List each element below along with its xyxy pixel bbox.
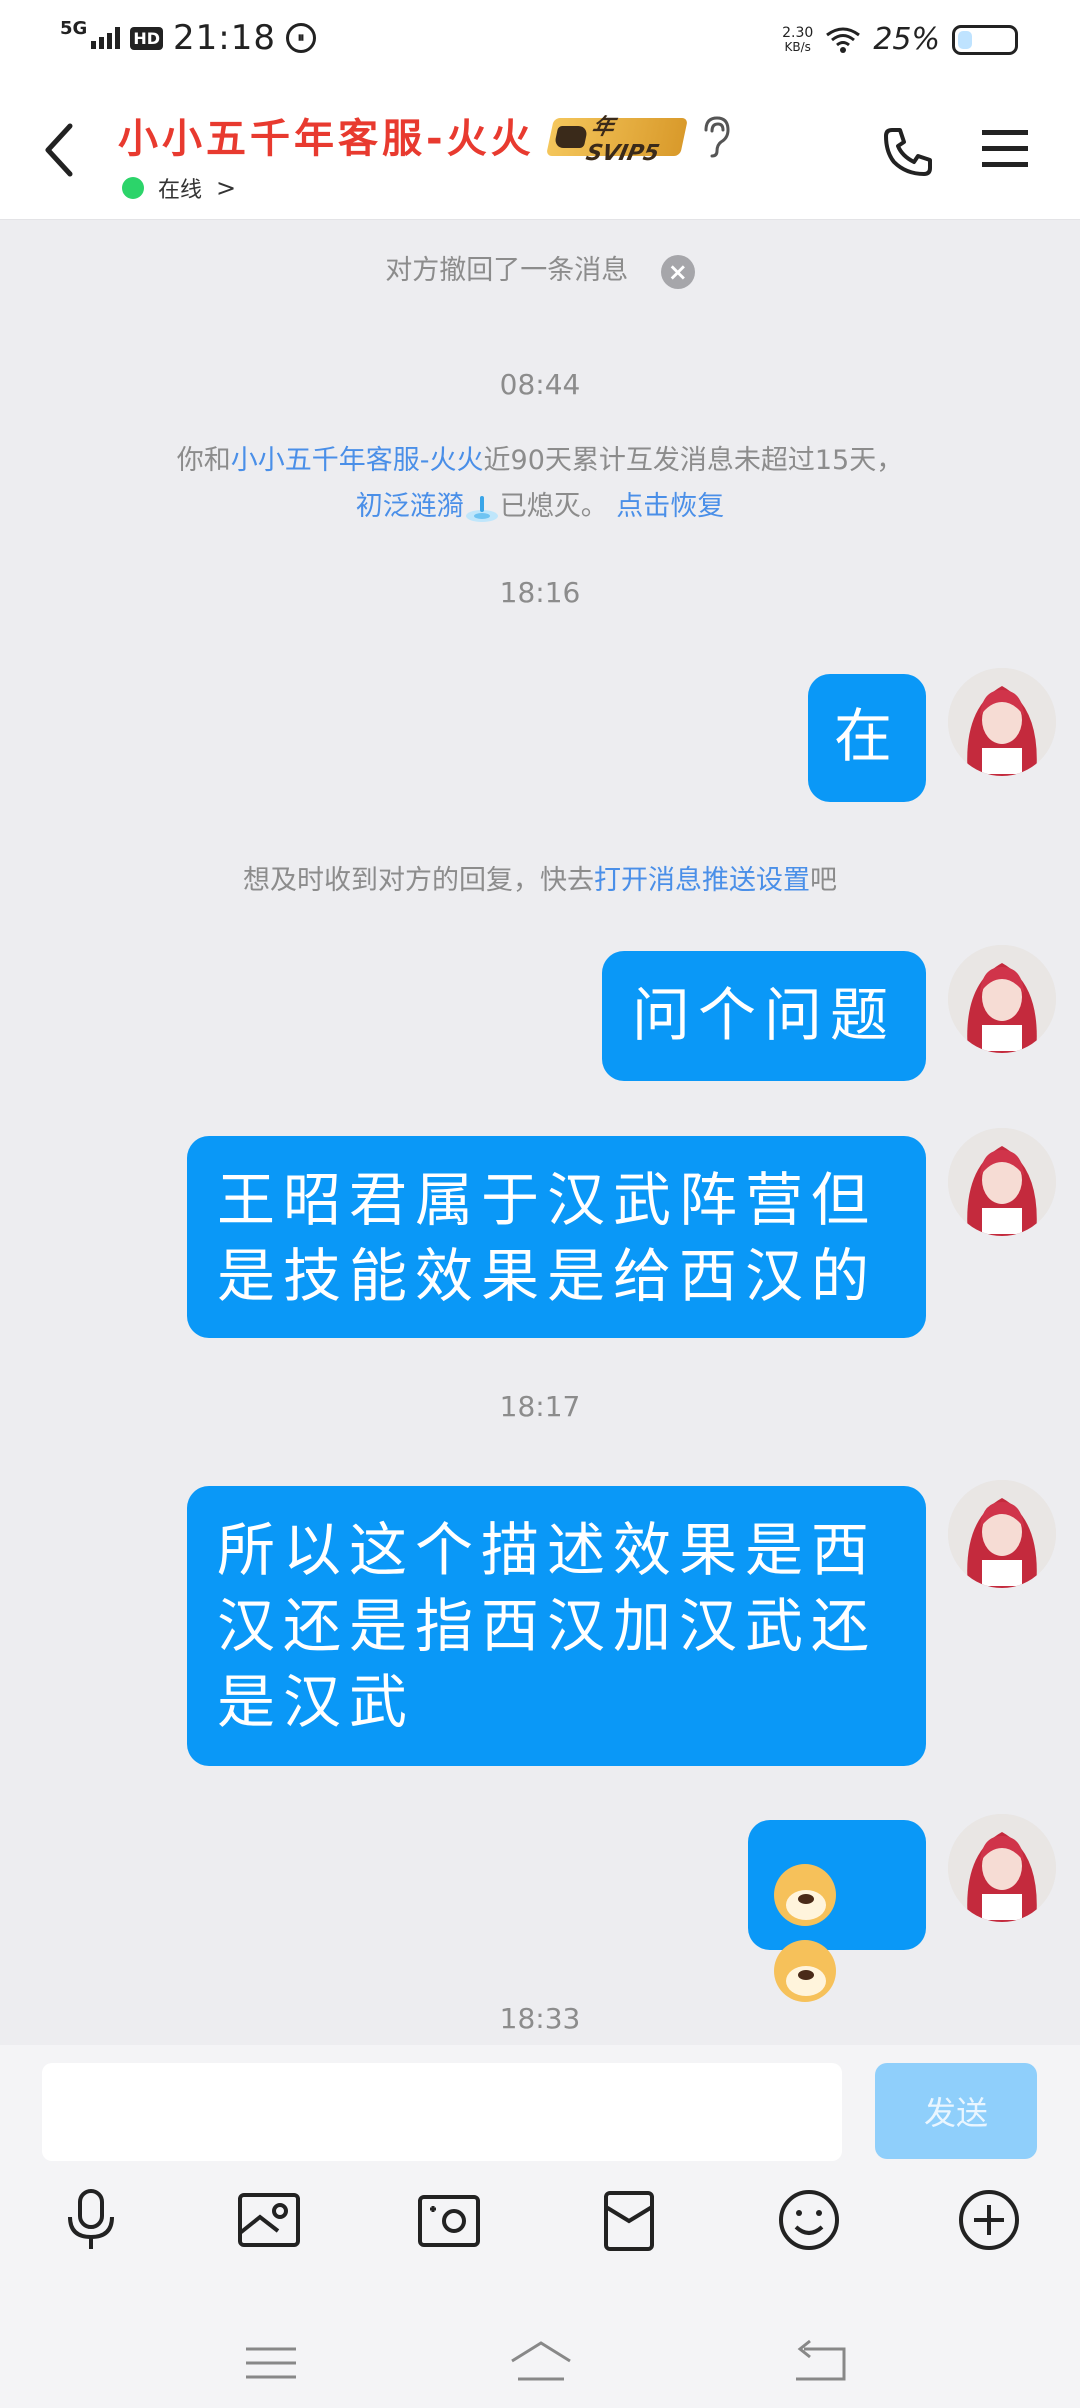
emoji-message-bubble[interactable] — [748, 1820, 926, 2002]
message-bubble[interactable]: 问个问题 — [602, 951, 926, 1081]
streak-contact-link[interactable]: 小小五千年客服-火火 — [231, 445, 484, 476]
push-prefix: 想及时收到对方的回复，快去 — [243, 865, 594, 896]
message-bubble[interactable]: 在 — [808, 674, 926, 802]
camera-icon[interactable] — [414, 2185, 484, 2255]
contact-name[interactable]: 小小五千年客服-火火 — [118, 106, 535, 164]
flame-level-link[interactable]: 初泛涟漪 — [356, 491, 464, 522]
chevron-right-icon: > — [216, 174, 237, 202]
streak-prefix: 你和 — [176, 445, 231, 476]
recall-notice: 对方撤回了一条消息 × — [0, 248, 1080, 289]
image-icon[interactable] — [234, 2185, 304, 2255]
avatar-image — [948, 1128, 1056, 1236]
system-nav-bar — [0, 2325, 1080, 2408]
menu-icon[interactable] — [980, 126, 1030, 172]
close-icon[interactable]: × — [660, 254, 695, 289]
message-input[interactable] — [42, 2063, 842, 2161]
network-type: 5G — [60, 17, 88, 39]
status-bar: 5G HD 21:18 ⏸ 2.30 KB/s 25% — [0, 0, 1080, 80]
dog-face-emoji-icon — [774, 1863, 836, 1926]
online-status[interactable]: 在线 > — [122, 172, 236, 204]
message-bubble[interactable]: 所以这个描述效果是西 汉还是指西汉加汉武还 是汉武 — [187, 1486, 926, 1766]
svip-badge[interactable]: 年SVIP5 — [545, 115, 689, 166]
battery-icon — [952, 24, 1018, 55]
net-speed-value: 2.30 — [782, 24, 814, 41]
push-notice: 想及时收到对方的回复，快去打开消息推送设置吧 — [0, 858, 1080, 897]
plus-icon[interactable] — [954, 2185, 1024, 2255]
recall-notice-text: 对方撤回了一条消息 — [385, 255, 629, 286]
ripple-icon — [464, 492, 500, 524]
dog-face-emoji-icon — [774, 1939, 836, 2002]
hd-badge: HD — [130, 26, 163, 50]
message-line: 是技能效果是给西汉的 — [217, 1242, 878, 1310]
streak-middle: 近90天累计互发消息未超过15天， — [483, 445, 904, 476]
streak-suffix: 已熄灭。 — [499, 491, 608, 522]
online-status-label: 在线 — [158, 178, 203, 203]
svip-label: 年SVIP5 — [583, 114, 662, 166]
restore-link[interactable]: 点击恢复 — [616, 491, 724, 522]
timestamp: 18:17 — [499, 1390, 581, 1423]
push-settings-link[interactable]: 打开消息推送设置 — [594, 865, 810, 896]
message-line: 是汉武 — [217, 1668, 416, 1736]
net-speed: 2.30 KB/s — [782, 26, 813, 54]
avatar[interactable] — [948, 668, 1056, 776]
emoji-icon[interactable] — [774, 2185, 844, 2255]
message-bubble[interactable]: 王昭君属于汉武阵营但 是技能效果是给西汉的 — [187, 1136, 926, 1338]
message-line: 汉还是指西汉加汉武还 — [217, 1592, 878, 1660]
push-suffix: 吧 — [810, 865, 837, 896]
back-nav-icon[interactable] — [786, 2335, 856, 2391]
ear-icon[interactable] — [700, 114, 732, 158]
back-arrow-icon[interactable] — [38, 120, 82, 180]
status-left: 5G HD 21:18 ⏸ — [60, 18, 316, 58]
battery-percent: 25% — [873, 22, 940, 57]
avatar-image — [948, 1480, 1056, 1588]
avatar[interactable] — [948, 945, 1056, 1053]
crown-icon — [553, 126, 589, 148]
data-saver-icon: ⏸ — [285, 23, 316, 53]
timestamp: 18:33 — [499, 2002, 581, 2035]
avatar-image — [948, 1814, 1056, 1922]
avatar-image — [948, 945, 1056, 1053]
home-nav-icon[interactable] — [506, 2335, 576, 2391]
signal-icon — [91, 27, 121, 49]
wifi-icon — [826, 27, 861, 53]
net-speed-unit: KB/s — [784, 39, 811, 54]
message-line: 王昭君属于汉武阵营但 — [217, 1166, 878, 1234]
microphone-icon[interactable] — [56, 2185, 126, 2255]
chat-header: 小小五千年客服-火火 年SVIP5 在线 > — [0, 80, 1080, 220]
send-button[interactable]: 发送 — [875, 2063, 1037, 2159]
message-line: 所以这个描述效果是西 — [217, 1516, 878, 1584]
red-packet-icon[interactable] — [594, 2185, 664, 2255]
avatar[interactable] — [948, 1128, 1056, 1236]
streak-notice: 你和小小五千年客服-火火近90天累计互发消息未超过15天， 初泛涟漪 已熄灭。 … — [0, 438, 1080, 530]
menu-nav-icon[interactable] — [236, 2335, 306, 2391]
composer: 发送 — [0, 2045, 1080, 2408]
avatar[interactable] — [948, 1480, 1056, 1588]
clock: 21:18 — [172, 18, 276, 58]
composer-toolbar — [0, 2185, 1080, 2275]
timestamp: 18:16 — [499, 576, 581, 609]
phone-icon[interactable] — [880, 124, 936, 180]
timestamp: 08:44 — [499, 368, 581, 401]
status-right: 2.30 KB/s 25% — [782, 22, 1018, 57]
avatar[interactable] — [948, 1814, 1056, 1922]
avatar-image — [948, 668, 1056, 776]
online-dot-icon — [122, 177, 144, 199]
